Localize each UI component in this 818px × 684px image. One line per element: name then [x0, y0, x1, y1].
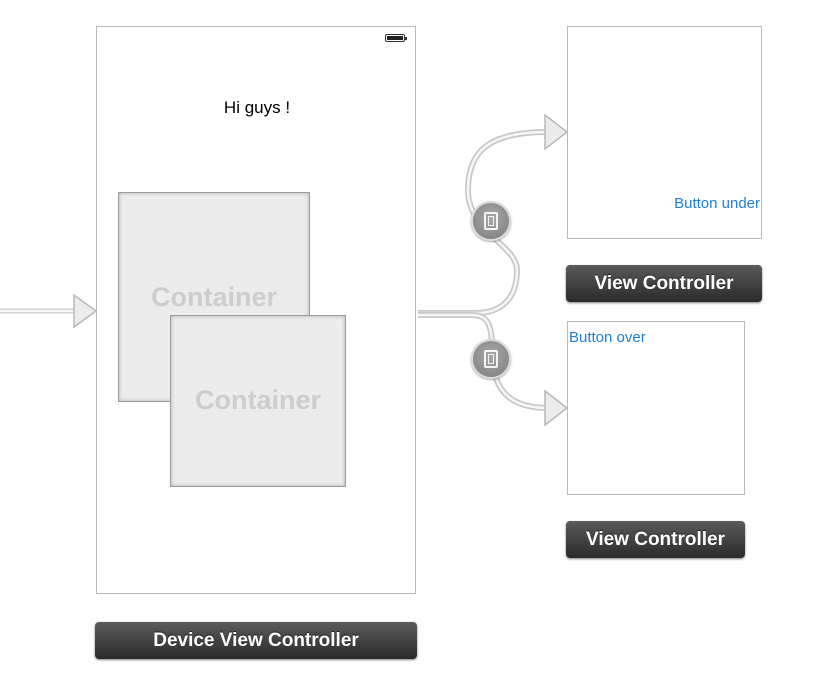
- embed-segue-icon[interactable]: [471, 339, 511, 379]
- view-controller-scene-lower[interactable]: Button over: [567, 321, 745, 495]
- view-controller-dock-upper[interactable]: View Controller: [566, 265, 762, 302]
- container-label: Container: [150, 282, 277, 312]
- container-label: Container: [194, 385, 321, 415]
- button-under[interactable]: Button under: [674, 195, 760, 212]
- device-view-controller-scene[interactable]: Hi guys ! Container Container: [96, 26, 416, 594]
- initial-scene-arrow: [0, 293, 98, 329]
- greeting-label: Hi guys !: [223, 98, 291, 117]
- embed-segue-icon[interactable]: [471, 201, 511, 241]
- view-controller-scene-upper[interactable]: Button under: [567, 26, 762, 239]
- device-view-controller-dock[interactable]: Device View Controller: [95, 622, 417, 659]
- container-view-front[interactable]: Container: [170, 315, 346, 487]
- button-over[interactable]: Button over: [569, 329, 646, 346]
- view-controller-dock-lower[interactable]: View Controller: [566, 521, 745, 558]
- battery-icon: [385, 34, 407, 42]
